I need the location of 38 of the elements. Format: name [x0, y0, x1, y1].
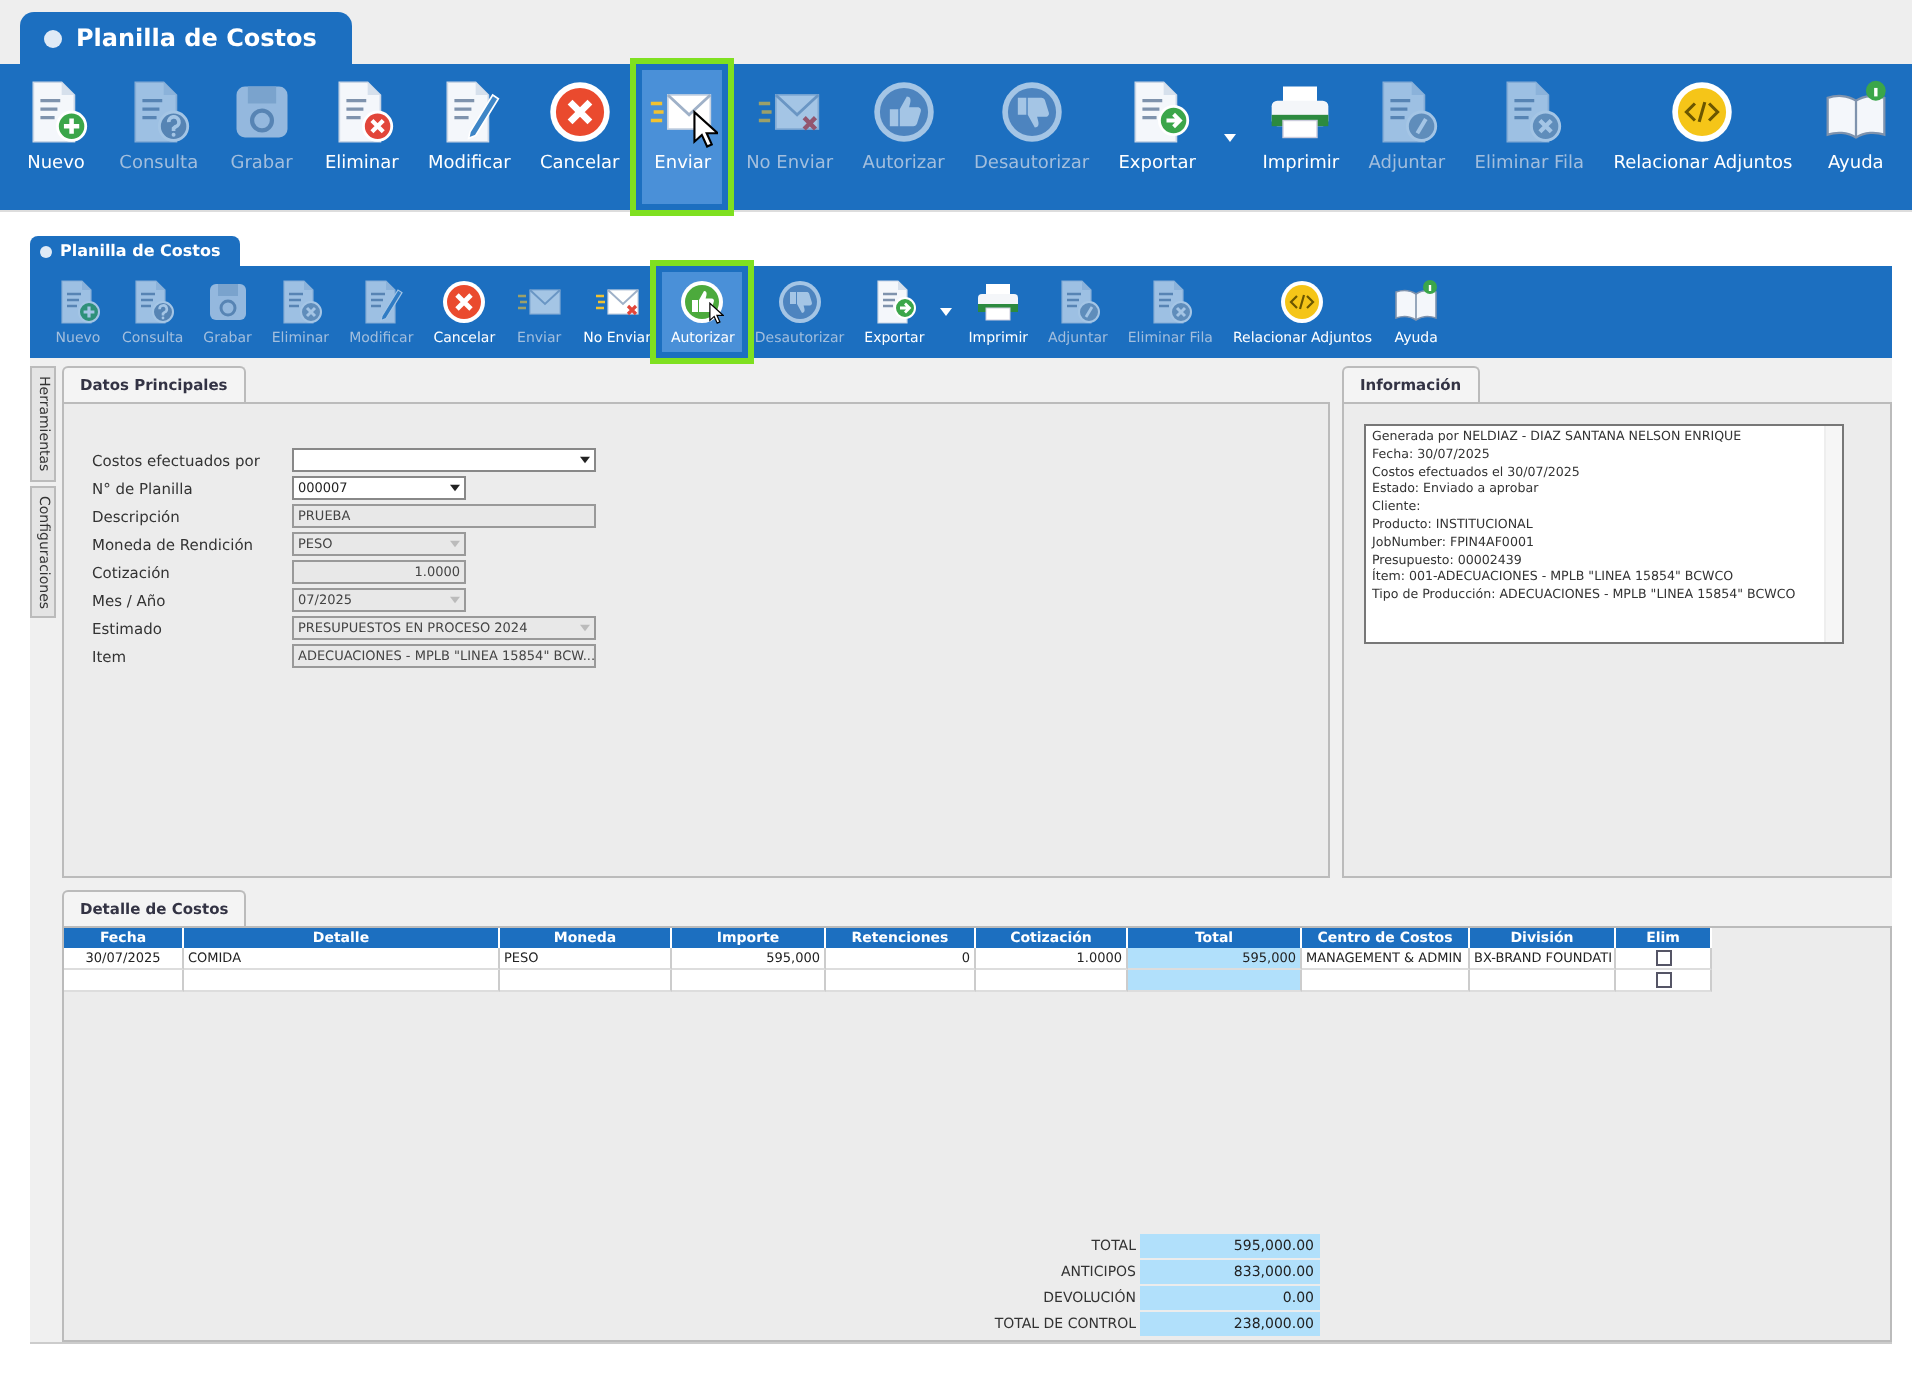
toolbar-button[interactable]: Desautorizar [968, 70, 1096, 204]
toolbar-button[interactable]: Grabar [221, 70, 302, 204]
thumbs-down-icon [997, 78, 1066, 146]
thumbs-up-icon [869, 78, 938, 146]
toolbar-button[interactable]: Adjuntar [1362, 70, 1452, 204]
toolbar-button[interactable]: Ayuda [1815, 70, 1896, 204]
toolbar-button[interactable]: Relacionar Adjuntos [1607, 70, 1799, 204]
book-icon [1392, 278, 1441, 326]
cancel-icon [440, 278, 489, 326]
toolbar-button[interactable]: Modificar [422, 70, 517, 204]
toolbar-button[interactable]: No Enviar [740, 70, 840, 204]
toolbar-button[interactable]: Enviar [642, 70, 723, 204]
printer-icon [974, 278, 1023, 326]
toolbar-button[interactable]: Autorizar [856, 70, 951, 204]
mouse-cursor-icon [708, 302, 725, 324]
caret-icon[interactable] [940, 308, 953, 316]
checkbox[interactable] [1655, 950, 1671, 966]
toolbar-button[interactable]: Consulta [113, 70, 205, 204]
toolbar-button[interactable]: Eliminar [318, 70, 405, 204]
dropdown-arrow-icon[interactable] [450, 484, 460, 492]
toolbar-button[interactable]: Eliminar Fila [1468, 70, 1591, 204]
thumbs-down-icon [775, 278, 824, 326]
toolbar-button[interactable]: Exportar [1112, 70, 1202, 204]
scrollbar[interactable] [1824, 426, 1842, 642]
code-icon [1668, 78, 1737, 146]
code-icon [1278, 278, 1327, 326]
dropdown-field[interactable] [292, 448, 596, 472]
caret-icon[interactable] [1223, 133, 1236, 141]
table-cell [64, 970, 184, 992]
toolbar-button[interactable]: Imprimir [1256, 70, 1346, 204]
toolbar-button[interactable]: Nuevo [16, 70, 96, 204]
checkbox[interactable] [1655, 972, 1671, 988]
window-tab[interactable]: Planilla de Costos [20, 12, 353, 64]
window-tab[interactable]: Planilla de Costos [30, 236, 241, 266]
dropdown-arrow-icon[interactable] [580, 456, 590, 464]
mouse-cursor-icon [691, 110, 718, 148]
cancel-icon [545, 78, 614, 146]
toolbar-button[interactable]: Cancelar [534, 70, 626, 204]
